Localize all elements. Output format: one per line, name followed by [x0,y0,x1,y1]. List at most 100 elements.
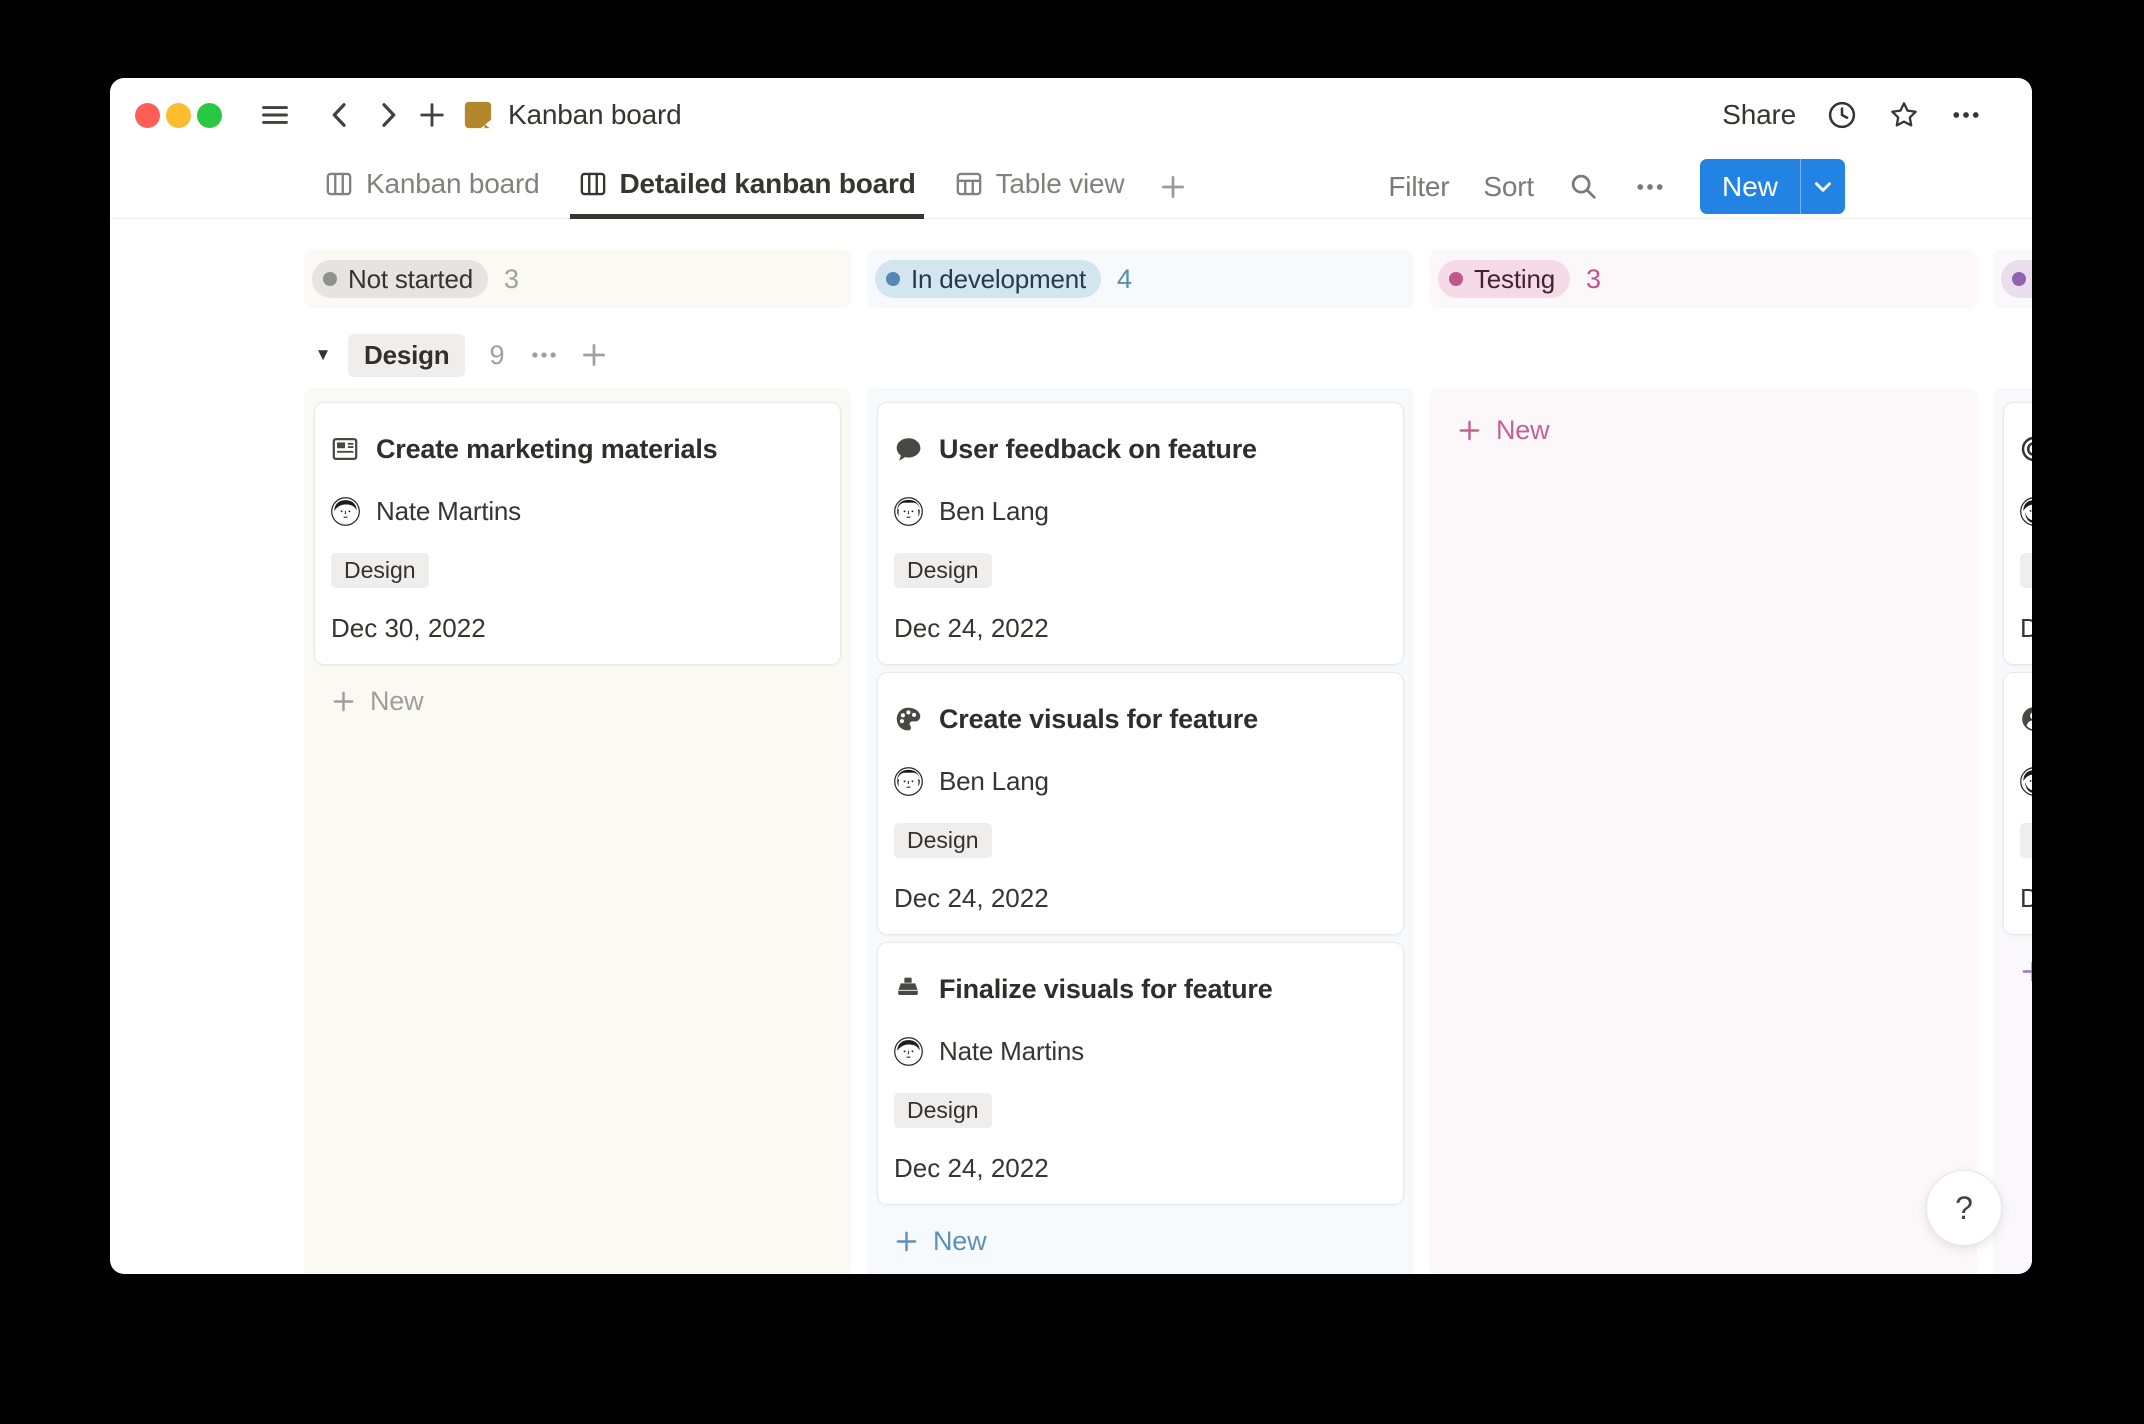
card-date: Dec 24, 2022 [894,880,1387,916]
group-name-badge[interactable]: Design [348,334,465,377]
add-view-icon[interactable] [1154,154,1192,219]
titlebar: Kanban board Share [110,78,2032,152]
kanban-card[interactable]: Design Dec [2003,672,2032,935]
column-count: 3 [1586,264,1601,295]
group-options-icon[interactable] [529,340,559,370]
traffic-lights [135,103,222,128]
card-date: Dec [2020,610,2032,646]
tab-label: Kanban board [366,168,540,200]
assignee-name: Ben Lang [939,496,1049,527]
kanban-card[interactable]: Create visuals for feature Ben Lang Desi… [877,672,1404,935]
status-badge[interactable] [2001,260,2032,298]
avatar [894,767,923,796]
card-date: Dec 24, 2022 [894,610,1387,646]
favorite-star-icon[interactable] [1888,99,1920,131]
new-card-button[interactable]: New [1456,408,1967,452]
zoom-button[interactable] [197,103,222,128]
view-toolbar: Filter Sort New [1388,154,1845,219]
view-tabs-bar: Kanban board Detailed kanban board Table… [110,154,2032,219]
search-icon[interactable] [1568,171,1600,203]
column-body: User feedback on feature Ben Lang Design… [867,388,1414,1274]
page-title[interactable]: Kanban board [508,99,682,131]
close-button[interactable] [135,103,160,128]
column-header: In development 4 [867,250,1414,308]
help-button[interactable]: ? [1926,1170,2002,1246]
view-options-icon[interactable] [1634,171,1666,203]
assignee-name: Nate Martins [939,1036,1084,1067]
new-page-icon[interactable] [416,99,448,131]
back-icon[interactable] [324,99,356,131]
status-badge[interactable]: Not started [312,260,488,298]
status-dot [2012,272,2026,286]
status-dot [886,272,900,286]
menu-icon[interactable] [259,99,291,131]
avatar [2020,497,2032,526]
status-label: Not started [348,264,473,295]
collapse-triangle-icon[interactable]: ▼ [304,336,342,374]
palette-icon [894,705,922,733]
assignee-name: Nate Martins [376,496,521,527]
group-add-icon[interactable] [579,340,609,370]
plus-icon [2019,958,2032,985]
kanban-card[interactable]: Finalize visuals for feature Nate Martin… [877,942,1404,1205]
status-dot [1449,272,1463,286]
status-label: Testing [1474,264,1555,295]
kanban-card[interactable]: User feedback on feature Ben Lang Design… [877,402,1404,665]
tab-kanban-board[interactable]: Kanban board [316,154,548,219]
history-clock-icon[interactable] [1826,99,1858,131]
new-card-button[interactable]: New [893,1219,1404,1263]
card-date: Dec [2020,880,2032,916]
new-button[interactable]: New [1700,159,1800,214]
tag-design: Design [2020,553,2032,588]
kanban-card[interactable]: Create marketing materials Nate Martins … [314,402,841,665]
column-body: New [1430,388,1977,1274]
tag-design: Design [331,553,429,588]
speech-bubble-icon [894,435,922,463]
tab-label: Detailed kanban board [620,168,916,200]
column-header [1993,250,2032,308]
group-count: 9 [489,340,504,371]
page-icon [462,99,494,131]
column-header: Not started 3 [304,250,851,308]
tab-detailed-kanban-board[interactable]: Detailed kanban board [570,154,924,219]
new-split-button: New [1700,159,1845,214]
person-circle-icon [2020,705,2032,733]
new-dropdown-button[interactable] [1801,159,1845,214]
tag-design: Design [894,553,992,588]
status-badge[interactable]: Testing [1438,260,1570,298]
titlebar-actions: Share [1722,78,1982,152]
new-card-label: New [933,1226,986,1257]
card-title: Finalize visuals for feature [939,974,1273,1005]
forward-icon[interactable] [372,99,404,131]
tag-design: Design [2020,823,2032,858]
more-options-icon[interactable] [1950,99,1982,131]
minimize-button[interactable] [166,103,191,128]
status-badge[interactable]: In development [875,260,1101,298]
assignee-name: Ben Lang [939,766,1049,797]
column-count: 4 [1117,264,1132,295]
new-card-button[interactable]: New [2019,949,2032,993]
column-body: Create marketing materials Nate Martins … [304,388,851,1274]
column-count: 3 [504,264,519,295]
new-card-label: New [1496,415,1549,446]
group-row-design: ▼ Design 9 [304,322,609,388]
plus-icon [1456,417,1483,444]
new-card-button[interactable]: New [330,679,841,723]
kanban-card[interactable]: Design Dec [2003,402,2032,665]
tab-label: Table view [996,168,1125,200]
status-label: In development [911,264,1086,295]
share-button[interactable]: Share [1722,99,1796,131]
tab-table-view[interactable]: Table view [946,154,1133,219]
target-icon [2020,435,2032,463]
filter-button[interactable]: Filter [1388,171,1449,203]
desktop-background: Kanban board Share Kanban board Detailed… [0,0,2144,1424]
app-window: Kanban board Share Kanban board Detailed… [110,78,2032,1274]
sort-button[interactable]: Sort [1483,171,1534,203]
column-header: Testing 3 [1430,250,1977,308]
column-body: Design Dec Design Dec [1993,388,2032,1274]
plus-icon [893,1228,920,1255]
plus-icon [330,688,357,715]
card-title: User feedback on feature [939,434,1257,465]
avatar [331,497,360,526]
card-date: Dec 24, 2022 [894,1150,1387,1186]
